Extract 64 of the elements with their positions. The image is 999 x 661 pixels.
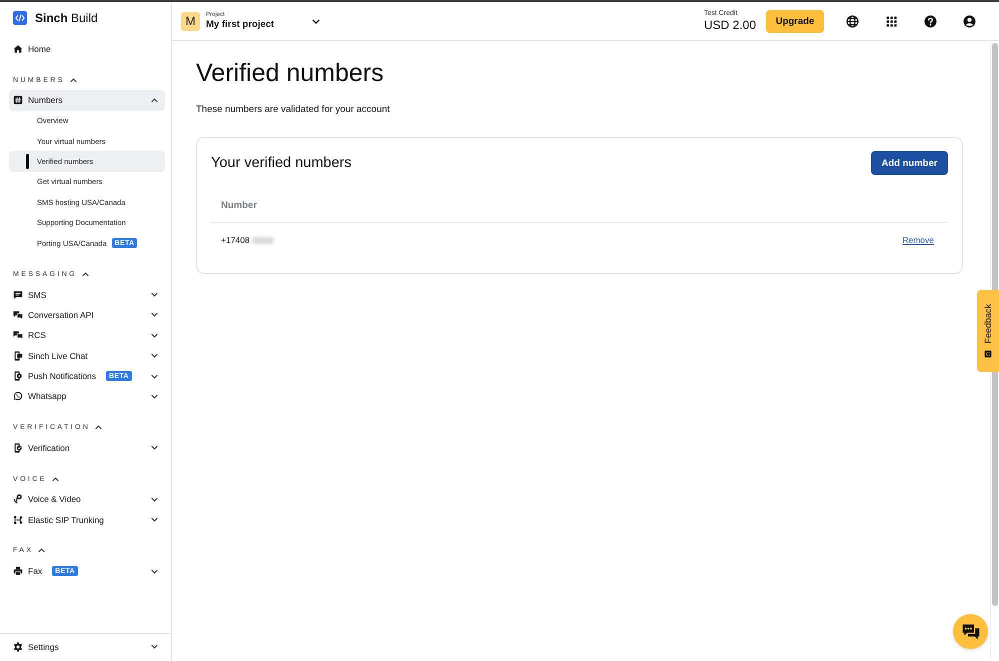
feedback-tab[interactable]: Feedback xyxy=(977,290,999,372)
nav-item[interactable]: Voice & Video xyxy=(9,489,165,510)
caret-icon[interactable] xyxy=(151,644,158,650)
chat-bubbles-icon xyxy=(13,310,23,320)
project-name[interactable]: My first project xyxy=(206,19,274,30)
nav-item[interactable]: Numbers xyxy=(9,90,165,111)
caret-icon[interactable] xyxy=(312,18,320,24)
globe-icon[interactable] xyxy=(846,14,859,28)
chat-bubbles-icon xyxy=(962,622,980,640)
printer-icon xyxy=(13,566,23,576)
nav-item[interactable]: Sinch Live Chat xyxy=(9,345,165,366)
caret-icon[interactable] xyxy=(151,568,158,574)
caret-icon[interactable] xyxy=(52,476,59,482)
settings-icon xyxy=(13,642,23,652)
chat-bubbles-icon xyxy=(13,330,23,340)
network-icon xyxy=(13,514,23,525)
column-header: Number xyxy=(221,200,257,211)
message-icon xyxy=(13,290,23,300)
account-icon[interactable] xyxy=(963,14,976,28)
nav-item[interactable]: Elastic SIP Trunking xyxy=(9,509,165,530)
caret-icon[interactable] xyxy=(70,78,77,83)
project-avatar: M xyxy=(181,12,200,30)
phone-chat-icon xyxy=(13,350,23,361)
nav-item[interactable]: Whatsapp xyxy=(9,386,165,407)
nav-item[interactable]: RCS xyxy=(9,325,165,346)
help-icon[interactable] xyxy=(924,14,937,28)
caret-icon[interactable] xyxy=(151,332,158,338)
microphone-icon xyxy=(13,494,23,504)
nav-item[interactable]: SMS xyxy=(9,284,165,305)
nav-item[interactable]: Settings xyxy=(9,636,165,657)
caret-icon[interactable] xyxy=(151,394,158,399)
caret-icon[interactable] xyxy=(151,517,158,522)
brand-name: Sinch Build xyxy=(35,11,98,25)
caret-icon[interactable] xyxy=(151,496,158,502)
chat-button[interactable] xyxy=(953,614,988,649)
active-indicator xyxy=(26,154,28,170)
credit-amount: USD 2.00 xyxy=(704,18,756,32)
add-number-button[interactable]: Add number xyxy=(871,151,948,175)
caret-icon[interactable] xyxy=(82,272,89,277)
upgrade-button[interactable]: Upgrade xyxy=(766,10,824,32)
caret-icon[interactable] xyxy=(151,374,158,379)
nav-item[interactable]: Home xyxy=(9,38,165,60)
page-subtitle: These numbers are validated for your account xyxy=(196,104,391,116)
smiley-icon xyxy=(984,350,992,358)
caret-icon[interactable] xyxy=(151,98,158,103)
caret-icon[interactable] xyxy=(151,292,158,297)
phone-number: +17408 xyxy=(221,235,250,245)
caret-icon[interactable] xyxy=(151,445,158,450)
caret-icon[interactable] xyxy=(151,353,158,358)
card-title: Your verified numbers xyxy=(211,155,352,171)
page-title: Verified numbers xyxy=(196,58,385,88)
feedback-label: Feedback xyxy=(983,304,993,344)
phone-check-icon xyxy=(13,442,23,453)
hash-icon xyxy=(13,95,23,106)
code-brackets-logo-icon xyxy=(13,11,27,25)
caret-icon[interactable] xyxy=(95,425,102,430)
app-grid-icon[interactable] xyxy=(885,14,898,28)
phone-bell-icon xyxy=(13,371,23,382)
caret-icon[interactable] xyxy=(38,548,46,554)
nav-item[interactable]: Conversation API xyxy=(9,304,165,326)
nav-item[interactable]: Verification xyxy=(9,438,165,458)
remove-link[interactable]: Remove xyxy=(902,235,934,245)
caret-icon[interactable] xyxy=(151,312,158,318)
house-icon xyxy=(13,44,23,54)
